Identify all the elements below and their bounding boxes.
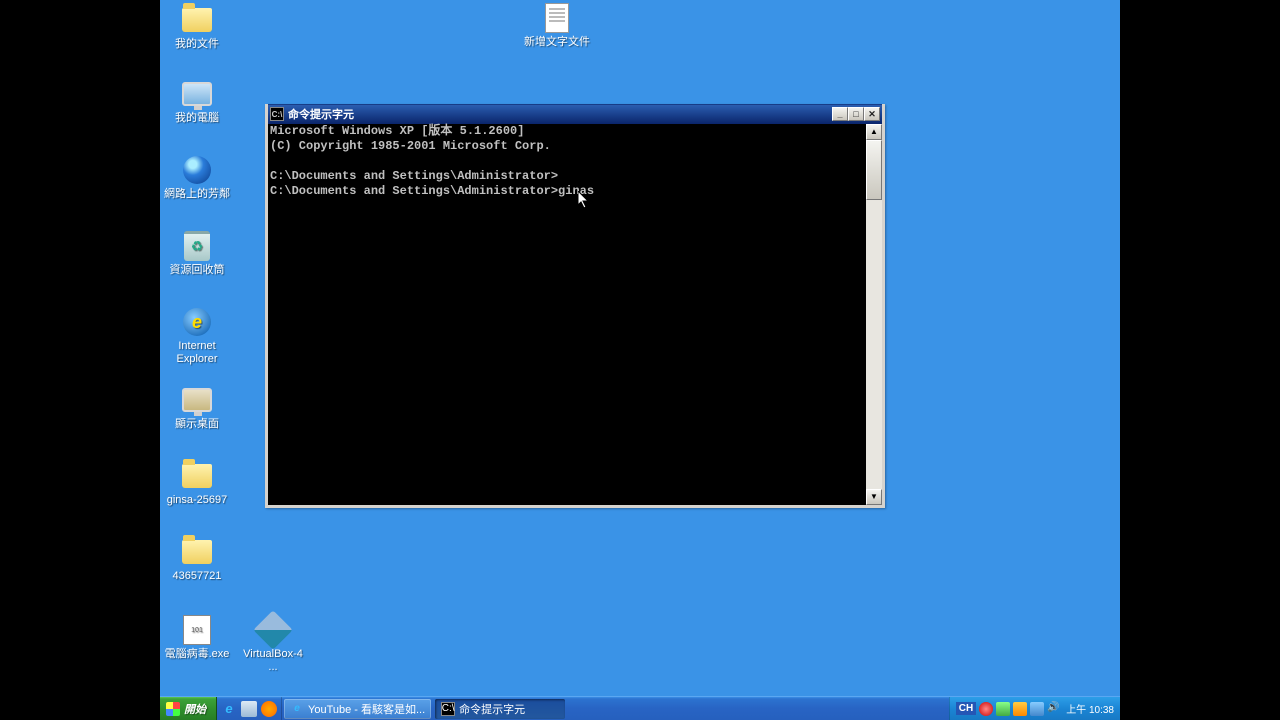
windows-logo-icon (166, 702, 180, 716)
scroll-down-button[interactable]: ▼ (866, 489, 882, 505)
icon-label: 電腦病毒.exe (165, 648, 230, 661)
scrollbar[interactable]: ▲ ▼ (866, 124, 882, 505)
scroll-thumb[interactable] (866, 140, 882, 200)
language-indicator[interactable]: CH (956, 702, 976, 715)
show-desktop-icon[interactable] (241, 701, 257, 717)
desktop-icon-virtualbox[interactable]: VirtualBox-4 ... (236, 614, 310, 674)
window-title: 命令提示字元 (288, 106, 354, 122)
task-label: YouTube - 看駭客是如... (308, 701, 425, 717)
exe-icon: 101 (181, 614, 213, 646)
start-button[interactable]: 開始 (160, 697, 217, 720)
taskbar-task-youtube[interactable]: e YouTube - 看駭客是如... (284, 699, 431, 719)
icon-label: 我的文件 (175, 38, 219, 51)
letterbox-left (0, 0, 160, 720)
quick-launch: e (217, 697, 282, 720)
tray-icon[interactable] (1030, 702, 1044, 716)
titlebar[interactable]: C:\ 命令提示字元 _ □ ✕ (268, 104, 882, 124)
desktop-icon-my-computer[interactable]: 我的電腦 (160, 78, 234, 125)
tray-icon[interactable] (996, 702, 1010, 716)
cmd-icon: C:\ (441, 702, 455, 716)
tray-icon[interactable] (979, 702, 993, 716)
taskbar[interactable]: 開始 e e YouTube - 看駭客是如... C:\ 命令提示字元 CH … (160, 696, 1120, 720)
tray-icon[interactable] (1013, 702, 1027, 716)
desktop-icon-folder-ginsa[interactable]: ginsa-25697 (160, 460, 234, 507)
icon-label: VirtualBox-4 ... (238, 648, 308, 674)
command-prompt-window[interactable]: C:\ 命令提示字元 _ □ ✕ Microsoft Windows XP [版… (265, 104, 885, 508)
computer-icon (181, 78, 213, 110)
desktop-icon-my-documents[interactable]: 我的文件 (160, 4, 234, 51)
maximize-button[interactable]: □ (848, 107, 864, 121)
ie-icon: e (290, 702, 304, 716)
taskbar-task-cmd[interactable]: C:\ 命令提示字元 (435, 699, 565, 719)
icon-label: ginsa-25697 (167, 494, 228, 507)
desktop-icon-network-places[interactable]: 網路上的芳鄰 (160, 154, 234, 201)
desktop-icon-new-text-file[interactable]: 新增文字文件 (520, 2, 594, 49)
folder-icon (181, 536, 213, 568)
ie-icon: e (181, 306, 213, 338)
icon-label: 顯示桌面 (175, 418, 219, 431)
desktop-icon-virus-exe[interactable]: 101 電腦病毒.exe (160, 614, 234, 661)
icon-label: 資源回收筒 (170, 264, 225, 277)
recycle-bin-icon: ♻ (181, 230, 213, 262)
text-file-icon (541, 2, 573, 34)
desktop-icon-recycle-bin[interactable]: ♻ 資源回收筒 (160, 230, 234, 277)
ie-icon[interactable]: e (221, 701, 237, 717)
desktop-icon-folder-43657721[interactable]: 43657721 (160, 536, 234, 583)
letterbox-right (1120, 0, 1280, 720)
desktop[interactable]: 我的文件 我的電腦 網路上的芳鄰 ♻ 資源回收筒 e Internet Expl… (160, 0, 1120, 696)
close-button[interactable]: ✕ (864, 107, 880, 121)
console-output[interactable]: Microsoft Windows XP [版本 5.1.2600] (C) C… (268, 124, 866, 505)
folder-icon (181, 460, 213, 492)
system-tray[interactable]: CH 🔊 上午 10:38 (949, 697, 1120, 720)
show-desktop-icon (181, 384, 213, 416)
cmd-icon: C:\ (270, 107, 284, 121)
scroll-track[interactable] (866, 140, 882, 489)
icon-label: 43657721 (173, 570, 222, 583)
network-icon (181, 154, 213, 186)
icon-label: 新增文字文件 (524, 36, 590, 49)
scroll-up-button[interactable]: ▲ (866, 124, 882, 140)
minimize-button[interactable]: _ (832, 107, 848, 121)
desktop-icon-show-desktop[interactable]: 顯示桌面 (160, 384, 234, 431)
task-label: 命令提示字元 (459, 701, 525, 717)
icon-label: Internet Explorer (162, 340, 232, 366)
folder-icon (181, 4, 213, 36)
start-label: 開始 (184, 701, 206, 717)
volume-icon[interactable]: 🔊 (1047, 702, 1061, 716)
clock[interactable]: 上午 10:38 (1066, 701, 1114, 716)
media-player-icon[interactable] (261, 701, 277, 717)
icon-label: 我的電腦 (175, 112, 219, 125)
icon-label: 網路上的芳鄰 (164, 188, 230, 201)
desktop-icon-internet-explorer[interactable]: e Internet Explorer (160, 306, 234, 366)
virtualbox-icon (257, 614, 289, 646)
